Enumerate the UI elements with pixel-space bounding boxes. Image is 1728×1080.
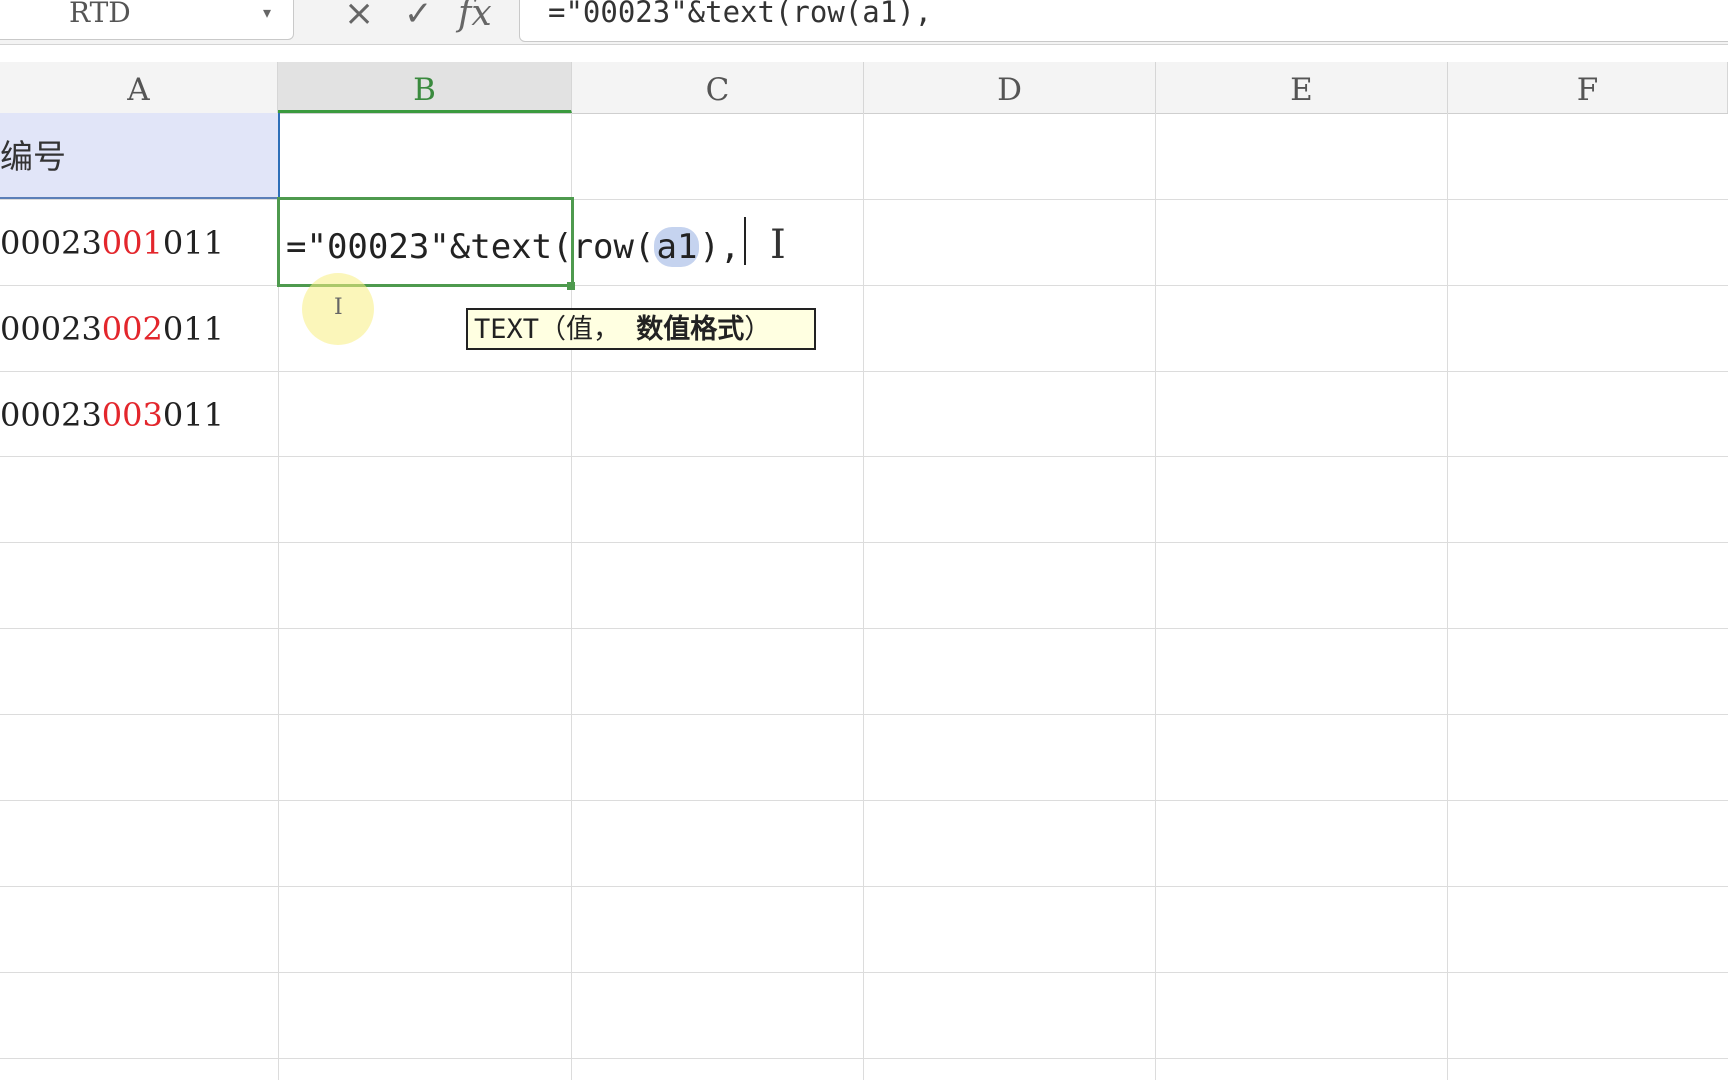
grid-line (0, 199, 1728, 200)
cell-a3[interactable]: 00023002011 (0, 309, 224, 349)
grid-line (0, 371, 1728, 372)
formula-text: ="00023"&text(row(a1), (548, 0, 933, 29)
ibeam-cursor-icon: I (770, 222, 786, 268)
column-header-c[interactable]: C (572, 62, 864, 113)
tooltip-open-paren: （ (539, 314, 567, 345)
editing-before: ="00023"&text(row( (286, 227, 655, 267)
column-header-b[interactable]: B (278, 62, 572, 113)
insert-function-icon[interactable]: fx (458, 0, 492, 34)
cell-a1-text: 编号 (0, 137, 66, 176)
cell-a2-suffix: 011 (162, 224, 224, 262)
grid-line (1447, 113, 1448, 1080)
cell-a4-suffix: 011 (162, 396, 224, 434)
column-header-a[interactable]: A (0, 62, 278, 113)
editing-highlighted-arg: a1 (654, 227, 700, 267)
fill-handle[interactable] (567, 282, 575, 290)
cell-a3-prefix: 00023 (0, 310, 102, 348)
grid-line (0, 886, 1728, 887)
cell-a3-suffix: 011 (162, 310, 224, 348)
cell-a3-highlight: 002 (101, 310, 163, 348)
name-box[interactable]: RTD ▾ (0, 0, 294, 40)
mouse-cursor-icon: I (334, 295, 343, 320)
grid-line (0, 285, 1728, 286)
formula-bar: RTD ▾ × ✓ fx ="00023"&text(row(a1), (0, 0, 1728, 45)
grid-line (0, 714, 1728, 715)
grid-line (1155, 113, 1156, 1080)
cell-b1[interactable] (278, 113, 572, 199)
grid-line (0, 1058, 1728, 1059)
cell-a2[interactable]: 00023001011 (0, 223, 224, 263)
cell-a1[interactable]: 编号 (0, 113, 278, 199)
name-box-value: RTD (69, 0, 131, 29)
grid-line (0, 542, 1728, 543)
cell-a4-highlight: 003 (101, 396, 163, 434)
cell-a2-prefix: 00023 (0, 224, 102, 262)
tooltip-close-paren: ） (744, 314, 772, 345)
grid-line (863, 113, 864, 1080)
cell-a2-highlight: 001 (101, 224, 163, 262)
column-header-row: A B C D E F (0, 62, 1728, 114)
cell-a4-prefix: 00023 (0, 396, 102, 434)
editing-after: ), (699, 227, 741, 267)
column-header-d[interactable]: D (864, 62, 1156, 113)
grid-line (0, 800, 1728, 801)
cell-grid[interactable]: 编号 00023001011 00023002011 00023003011 =… (0, 113, 1728, 1080)
grid-line (0, 628, 1728, 629)
confirm-icon[interactable]: ✓ (404, 0, 433, 34)
formula-input[interactable]: ="00023"&text(row(a1), (519, 0, 1728, 42)
column-header-e[interactable]: E (1156, 62, 1448, 113)
dropdown-arrow-icon[interactable]: ▾ (263, 0, 271, 27)
cancel-icon[interactable]: × (344, 0, 374, 34)
text-caret (744, 217, 746, 265)
tooltip-arg2: 数值格式 (636, 314, 745, 345)
tooltip-arg1: 值， (566, 314, 621, 345)
cell-b2-editing-text[interactable]: ="00023"&text(row(a1), (286, 223, 740, 271)
grid-line (0, 972, 1728, 973)
cell-a4[interactable]: 00023003011 (0, 395, 224, 435)
grid-line (0, 456, 1728, 457)
function-tooltip: TEXT（值， 数值格式） (466, 308, 816, 350)
column-header-f[interactable]: F (1448, 62, 1728, 113)
tooltip-function: TEXT (474, 314, 540, 345)
